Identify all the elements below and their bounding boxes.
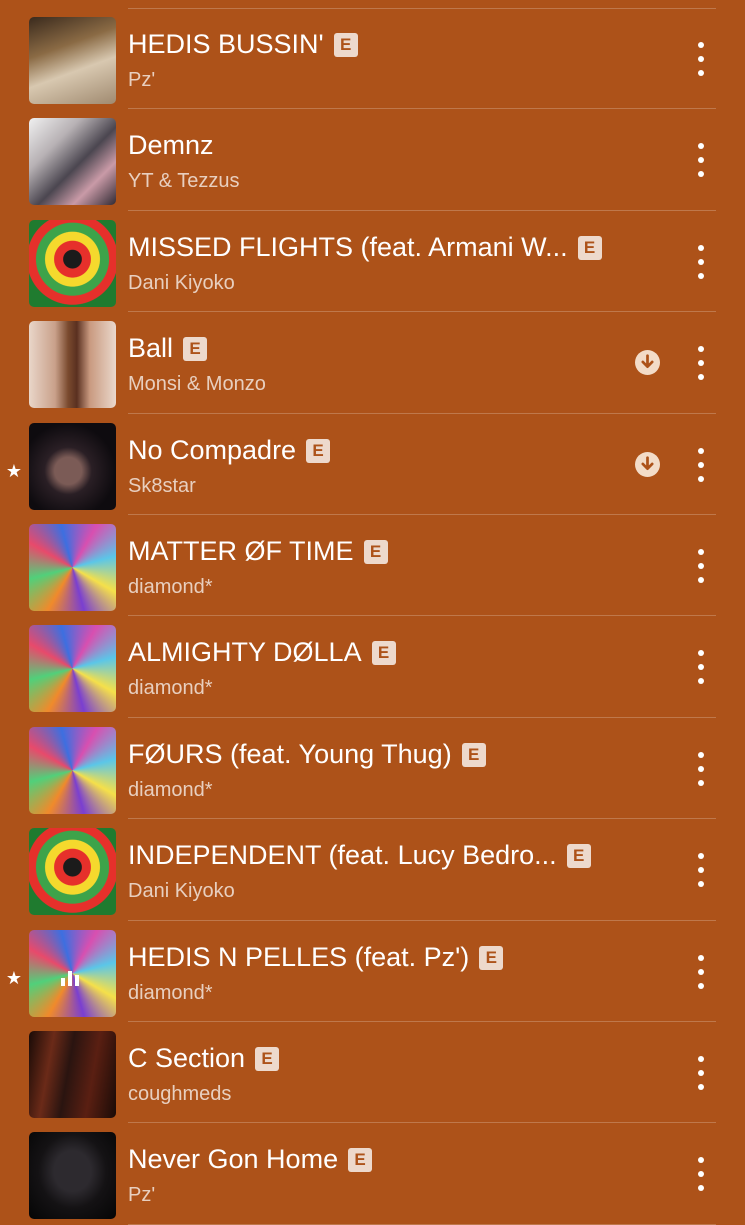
song-artist: Pz': [128, 1184, 156, 1207]
song-title: INDEPENDENT (feat. Lucy Bedro... E: [128, 839, 591, 871]
song-artist: coughmeds: [128, 1082, 232, 1105]
more-icon[interactable]: [688, 548, 714, 583]
song-artist: Pz': [128, 69, 156, 91]
song-artist: diamond*: [128, 778, 213, 801]
song-row[interactable]: ★ No Compadre E Sk8star: [0, 414, 745, 516]
song-artist: YT & Tezzus: [128, 170, 240, 193]
song-title: ALMIGHTY DØLLA E: [128, 636, 396, 668]
song-title: HEDIS N PELLES (feat. Pz') E: [128, 941, 504, 973]
song-title-text: Never Gon Home: [128, 1144, 339, 1175]
explicit-badge: E: [479, 945, 504, 970]
song-list: HEDIS BUSSIN' E Pz' Demnz YT & Tezzus MIS…: [0, 8, 745, 1225]
song-title: C Section E: [128, 1042, 280, 1074]
more-icon[interactable]: [688, 954, 714, 989]
explicit-badge: E: [363, 539, 388, 564]
album-artwork: [29, 929, 116, 1017]
song-title-text: C Section: [128, 1042, 246, 1073]
explicit-badge: E: [183, 337, 208, 362]
more-icon[interactable]: [688, 143, 714, 178]
explicit-badge: E: [371, 641, 396, 666]
song-title-text: Ball: [128, 333, 174, 364]
song-artist: diamond*: [128, 575, 213, 598]
album-artwork: [29, 17, 116, 104]
more-icon[interactable]: [688, 42, 714, 76]
explicit-badge: E: [255, 1046, 280, 1071]
song-title: Never Gon Home E: [128, 1143, 373, 1175]
song-artist: diamond*: [128, 981, 213, 1004]
song-row[interactable]: HEDIS BUSSIN' E Pz': [0, 8, 745, 110]
more-icon[interactable]: [688, 346, 714, 381]
explicit-badge: E: [461, 742, 486, 767]
song-artist: Monsi & Monzo: [128, 373, 266, 396]
star-icon: ★: [5, 967, 23, 988]
song-title: MATTER ØF TIME E: [128, 535, 388, 567]
song-title-text: MATTER ØF TIME: [128, 535, 354, 566]
song-artist: Dani Kiyoko: [128, 271, 235, 294]
song-artist: diamond*: [128, 677, 213, 700]
more-icon[interactable]: [688, 1055, 714, 1090]
album-artwork: [29, 219, 116, 307]
song-title: HEDIS BUSSIN' E: [128, 28, 358, 60]
song-row[interactable]: Demnz YT & Tezzus: [0, 109, 745, 212]
now-playing-bars-icon: [61, 970, 83, 986]
song-row[interactable]: MISSED FLIGHTS (feat. Armani W... E Dani …: [0, 211, 745, 313]
song-row[interactable]: ALMIGHTY DØLLA E diamond*: [0, 616, 745, 719]
song-title-text: HEDIS N PELLES (feat. Pz'): [128, 941, 470, 972]
song-row[interactable]: Ball E Monsi & Monzo: [0, 312, 745, 414]
song-row[interactable]: FØURS (feat. Young Thug) E diamond*: [0, 718, 745, 820]
more-icon[interactable]: [688, 853, 714, 888]
song-title-text: INDEPENDENT (feat. Lucy Bedro...: [128, 840, 557, 871]
song-title: MISSED FLIGHTS (feat. Armani W... E: [128, 231, 602, 263]
song-row-now-playing[interactable]: ★ HEDIS N PELLES (feat. Pz') E diamond*: [0, 921, 745, 1023]
album-artwork: [29, 321, 116, 409]
download-icon: [635, 451, 660, 477]
song-title: FØURS (feat. Young Thug) E: [128, 738, 486, 770]
song-title-text: Demnz: [128, 130, 214, 161]
song-artist: Dani Kiyoko: [128, 880, 235, 903]
album-artwork: [29, 625, 116, 713]
album-artwork: [29, 1132, 116, 1220]
download-icon: [635, 350, 660, 376]
song-title: Ball E: [128, 332, 208, 364]
more-icon[interactable]: [688, 447, 714, 482]
song-title: Demnz: [128, 129, 214, 161]
more-icon[interactable]: [688, 751, 714, 786]
album-artwork: [29, 118, 116, 206]
album-artwork: [29, 422, 116, 510]
song-row[interactable]: INDEPENDENT (feat. Lucy Bedro... E Dani K…: [0, 819, 745, 921]
album-artwork: [29, 828, 116, 916]
song-title: No Compadre E: [128, 434, 331, 466]
song-row[interactable]: Never Gon Home E Pz': [0, 1123, 745, 1225]
song-title-text: ALMIGHTY DØLLA: [128, 637, 362, 668]
explicit-badge: E: [577, 235, 602, 260]
more-icon[interactable]: [688, 650, 714, 685]
explicit-badge: E: [348, 1148, 373, 1173]
song-title-text: No Compadre: [128, 434, 297, 465]
album-artwork: [29, 726, 116, 814]
explicit-badge: E: [333, 33, 358, 57]
song-row[interactable]: C Section E coughmeds: [0, 1022, 745, 1124]
star-icon: ★: [5, 460, 23, 481]
explicit-badge: E: [306, 438, 331, 463]
album-artwork: [29, 1030, 116, 1118]
explicit-badge: E: [566, 844, 591, 869]
more-icon[interactable]: [688, 244, 714, 279]
song-title-text: MISSED FLIGHTS (feat. Armani W...: [128, 231, 568, 262]
album-artwork: [29, 523, 116, 611]
song-title-text: FØURS (feat. Young Thug): [128, 738, 452, 769]
more-icon[interactable]: [688, 1157, 714, 1192]
song-artist: Sk8star: [128, 474, 196, 497]
song-title-text: HEDIS BUSSIN': [128, 29, 324, 59]
song-row[interactable]: MATTER ØF TIME E diamond*: [0, 515, 745, 617]
